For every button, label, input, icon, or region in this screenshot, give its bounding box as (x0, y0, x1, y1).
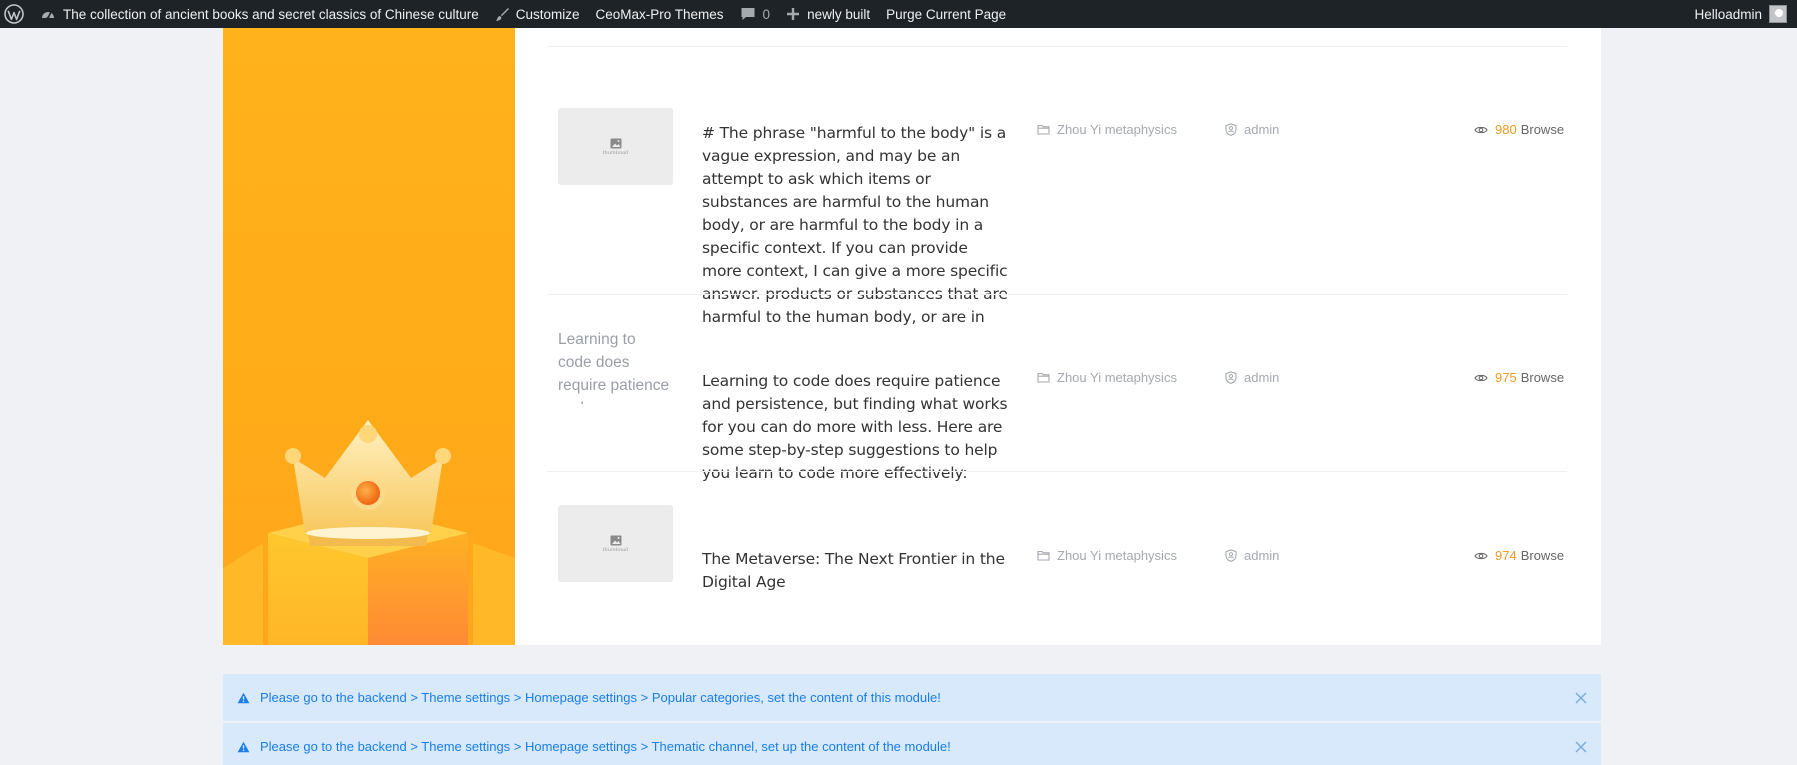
post-category[interactable]: Zhou Yi metaphysics (1037, 548, 1177, 563)
thumbnail-text: thumbnail (602, 546, 629, 553)
account-menu[interactable]: Helloadmin (1686, 0, 1797, 28)
close-icon[interactable] (1574, 740, 1588, 754)
site-title: The collection of ancient books and secr… (63, 6, 479, 22)
warning-icon (237, 741, 250, 752)
vip-banner[interactable] (223, 28, 515, 645)
purge-label: Purge Current Page (886, 6, 1007, 22)
comments-link[interactable]: 0 (732, 0, 779, 28)
post-category[interactable]: Zhou Yi metaphysics (1037, 370, 1177, 385)
notice-popular-categories: Please go to the backend > Theme setting… (223, 674, 1601, 721)
comment-icon (741, 8, 755, 20)
author-label: admin (1244, 122, 1280, 137)
image-icon (610, 138, 621, 148)
views-label: Browse (1520, 370, 1565, 385)
new-label: newly built (807, 6, 871, 22)
themes-label: CeoMax-Pro Themes (595, 6, 724, 22)
greeting: Helloadmin (1694, 6, 1762, 22)
thumbnail-text: thumbnail (602, 149, 629, 156)
dashboard-icon (42, 11, 54, 20)
notice-thematic-channel: Please go to the backend > Theme setting… (223, 723, 1601, 765)
customize-label: Customize (515, 6, 580, 22)
user-shield-icon (1225, 371, 1237, 384)
views-label: Browse (1520, 122, 1565, 137)
post-title[interactable]: Learning to code does require patience a… (702, 370, 1010, 485)
site-name-link[interactable]: The collection of ancient books and secr… (32, 0, 487, 28)
notice-text: Please go to the backend > Theme setting… (260, 690, 941, 705)
list-item[interactable]: thumbnail # The phrase "harmful to the b… (515, 80, 1601, 326)
user-shield-icon (1225, 549, 1237, 562)
themes-link[interactable]: CeoMax-Pro Themes (588, 0, 732, 28)
author-label: admin (1244, 548, 1280, 563)
list-item[interactable]: Learning to code does require patience a… (515, 328, 1601, 498)
category-label: Zhou Yi metaphysics (1057, 122, 1177, 137)
user-shield-icon (1225, 123, 1237, 136)
admin-bar: The collection of ancient books and secr… (0, 0, 1797, 28)
eye-icon (1474, 374, 1488, 381)
post-views: 975 Browse (1474, 370, 1564, 385)
views-count: 980 (1495, 122, 1517, 137)
avatar (1769, 5, 1787, 23)
post-thumbnail[interactable]: thumbnail (558, 108, 673, 185)
notice-text: Please go to the backend > Theme setting… (260, 739, 951, 754)
post-views: 974 Browse (1474, 548, 1564, 563)
views-count: 975 (1495, 370, 1517, 385)
purge-page-link[interactable]: Purge Current Page (878, 0, 1014, 28)
category-label: Zhou Yi metaphysics (1057, 370, 1177, 385)
post-list-module: thumbnail # The phrase "harmful to the b… (223, 28, 1601, 645)
list-divider (547, 294, 1567, 295)
eye-icon (1474, 552, 1488, 559)
eye-icon (1474, 126, 1488, 133)
views-count: 974 (1495, 548, 1517, 563)
post-list: thumbnail # The phrase "harmful to the b… (515, 28, 1601, 645)
warning-icon (237, 692, 250, 703)
folder-icon (1037, 124, 1050, 135)
wordpress-logo-icon[interactable] (0, 0, 32, 28)
post-title[interactable]: # The phrase "harmful to the body" is a … (702, 122, 1010, 329)
post-author[interactable]: admin (1225, 548, 1279, 563)
category-label: Zhou Yi metaphysics (1057, 548, 1177, 563)
post-thumbnail[interactable]: thumbnail (558, 505, 673, 582)
comments-count: 0 (762, 6, 771, 22)
customize-link[interactable]: Customize (487, 0, 588, 28)
image-icon (610, 535, 621, 545)
crown-illustration (223, 420, 515, 645)
close-icon[interactable] (1574, 691, 1588, 705)
author-label: admin (1244, 370, 1280, 385)
post-author[interactable]: admin (1225, 370, 1279, 385)
paintbrush-icon (495, 8, 509, 21)
post-author[interactable]: admin (1225, 122, 1279, 137)
post-category[interactable]: Zhou Yi metaphysics (1037, 122, 1177, 137)
plus-icon (787, 8, 800, 20)
list-divider (547, 471, 1567, 472)
folder-icon (1037, 372, 1050, 383)
folder-icon (1037, 550, 1050, 561)
list-divider (547, 46, 1567, 47)
views-label: Browse (1520, 548, 1565, 563)
thumbnail-alt-text: Learning to code does require patience a… (558, 331, 670, 404)
post-title[interactable]: The Metaverse: The Next Frontier in the … (702, 548, 1010, 594)
post-views: 980 Browse (1474, 122, 1564, 137)
list-item[interactable]: thumbnail The Metaverse: The Next Fronti… (515, 505, 1601, 625)
post-thumbnail-broken[interactable]: Learning to code does require patience a… (558, 328, 673, 404)
new-content-link[interactable]: newly built (778, 0, 878, 28)
